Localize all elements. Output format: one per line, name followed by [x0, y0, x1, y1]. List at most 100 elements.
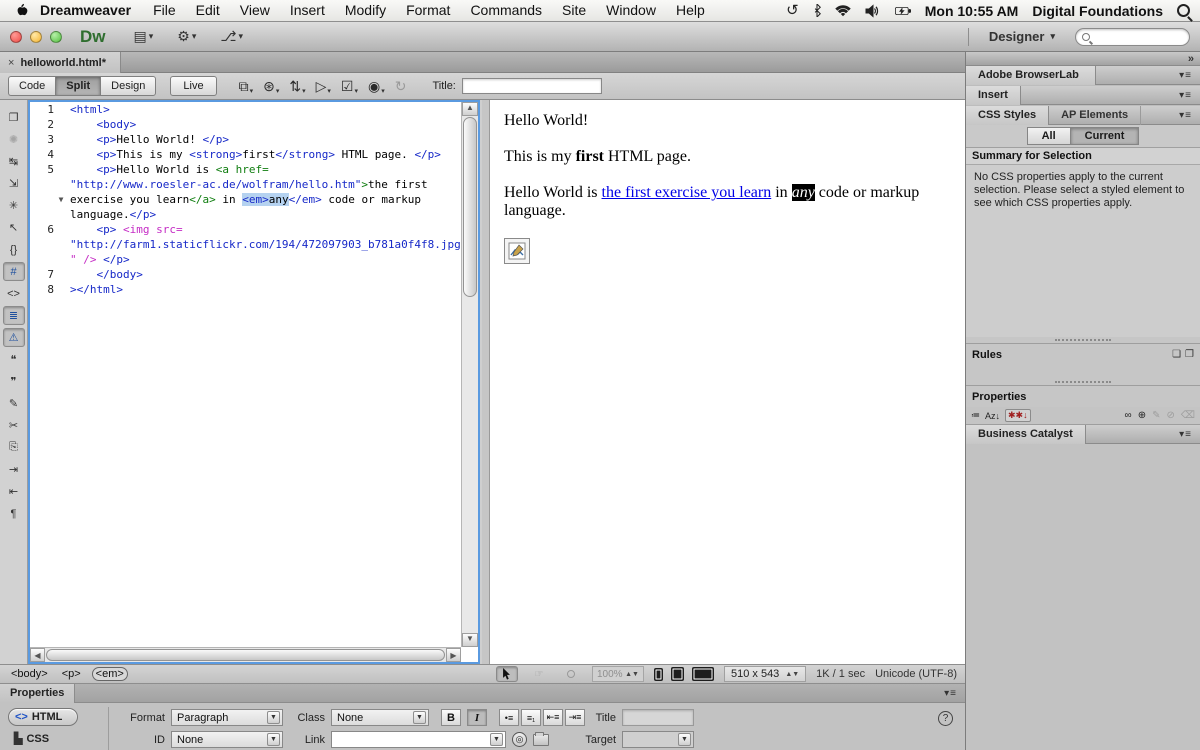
menu-format[interactable]: Format [396, 0, 460, 22]
bold-button[interactable]: B [441, 709, 461, 726]
file-management-icon[interactable]: ⇅▾ [289, 78, 305, 95]
volume-icon[interactable] [865, 4, 881, 18]
document-tab[interactable]: × helloworld.html* [0, 52, 121, 73]
open-documents-icon[interactable]: ❐ [3, 108, 25, 127]
menu-window[interactable]: Window [596, 0, 666, 22]
format-dropdown[interactable]: Paragraph ▼ [171, 709, 283, 726]
ordered-list-icon[interactable]: ≡₁ [521, 709, 541, 726]
scroll-down-icon[interactable]: ▼ [462, 633, 478, 647]
code-line[interactable]: 3 <p>Hello World! </p> [30, 132, 461, 147]
unordered-list-icon[interactable]: •≡ [499, 709, 519, 726]
code-line[interactable]: "http://farm1.staticflickr.com/194/47209… [30, 237, 461, 252]
tag-selector-item[interactable]: <body> [8, 668, 51, 680]
italic-button[interactable]: I [467, 709, 487, 726]
code-lines[interactable]: 1<html>2 <body>3 <p>Hello World! </p>4 <… [30, 102, 461, 647]
cascade-view-icon[interactable]: ❏ [1172, 349, 1181, 360]
close-icon[interactable]: × [8, 57, 14, 69]
live-view-button[interactable]: Live [170, 76, 216, 96]
minimize-window-button[interactable] [30, 31, 42, 43]
tag-selector-item[interactable]: <em> [92, 667, 128, 681]
select-tool-icon[interactable] [496, 666, 518, 682]
menu-help[interactable]: Help [666, 0, 715, 22]
panel-menu-icon[interactable]: ▾≡ [1179, 70, 1192, 81]
design-view-button[interactable]: Design [100, 76, 156, 96]
target-dropdown[interactable]: ▼ [622, 731, 694, 748]
balance-braces-icon[interactable]: {} [3, 240, 25, 259]
hand-tool-icon[interactable]: ☞ [528, 666, 550, 682]
design-hyperlink[interactable]: the first exercise you learn [602, 184, 772, 201]
workspace-switcher[interactable]: Designer ▾ [981, 27, 1063, 46]
code-line[interactable]: "http://www.roesler-ac.de/wolfram/hello.… [30, 177, 461, 192]
show-only-set-properties-icon[interactable]: ✱✱↓ [1005, 409, 1031, 422]
code-horizontal-scrollbar[interactable]: ◀ ▶ [30, 647, 461, 662]
code-line[interactable]: 5 <p>Hello World is <a href= [30, 162, 461, 177]
battery-icon[interactable] [895, 4, 911, 18]
code-fold-icon[interactable]: ▼ [54, 192, 68, 207]
remove-comment-icon[interactable]: ❞ [3, 372, 25, 391]
format-source-code-icon[interactable]: ¶ [3, 504, 25, 523]
document-title-input[interactable] [462, 78, 602, 94]
title-field[interactable] [622, 709, 694, 726]
menu-edit[interactable]: Edit [186, 0, 230, 22]
refresh-icon[interactable]: ↻ [395, 78, 407, 95]
zoom-tool-icon[interactable] [560, 666, 582, 682]
panel-menu-icon[interactable]: ▾≡ [1179, 90, 1192, 101]
highlight-invalid-code-icon[interactable]: <> [3, 284, 25, 303]
apple-menu-icon[interactable] [10, 3, 32, 18]
selected-em-text[interactable]: any [792, 184, 815, 201]
search-box[interactable] [1075, 28, 1190, 46]
mobile-size-icon[interactable] [654, 668, 663, 681]
edit-style-icon[interactable]: ✎ [1152, 410, 1160, 421]
class-dropdown[interactable]: None ▼ [331, 709, 429, 726]
html-mode-button[interactable]: <> HTML [8, 708, 78, 726]
vertical-scroll-thumb[interactable] [463, 117, 477, 297]
panel-menu-icon[interactable]: ▾≡ [1179, 429, 1192, 440]
check-browser-compatibility-icon[interactable]: ☑▾ [341, 78, 358, 95]
line-numbers-icon[interactable]: # [3, 262, 25, 281]
point-to-file-icon[interactable]: ◎ [512, 732, 527, 747]
horizontal-scroll-thumb[interactable] [46, 649, 445, 661]
layout-switcher-icon[interactable]: ▤▾ [128, 26, 160, 47]
delete-css-rule-icon[interactable]: ⌫ [1181, 410, 1195, 421]
menu-commands[interactable]: Commands [460, 0, 552, 22]
all-mode-button[interactable]: All [1027, 127, 1070, 145]
scroll-left-icon[interactable]: ◀ [30, 648, 45, 662]
menu-insert[interactable]: Insert [280, 0, 335, 22]
multiscreen-preview-icon[interactable]: ⧉▾ [239, 78, 254, 95]
scroll-up-icon[interactable]: ▲ [462, 102, 478, 116]
search-input[interactable] [1094, 31, 1184, 43]
window-size-dropdown[interactable]: 510 x 543 ▲▼ [724, 666, 806, 682]
bluetooth-icon[interactable] [813, 4, 821, 17]
menu-dreamweaver[interactable]: Dreamweaver [32, 0, 143, 22]
expand-all-icon[interactable]: ✳ [3, 196, 25, 215]
outdent-icon[interactable]: ⇤≡ [543, 709, 563, 726]
menu-user[interactable]: Digital Foundations [1032, 3, 1163, 19]
design-paragraph-2[interactable]: This is my first HTML page. [504, 148, 951, 166]
site-management-icon[interactable]: ⎇▾ [214, 26, 249, 47]
zoom-window-button[interactable] [50, 31, 62, 43]
help-icon[interactable]: ? [938, 711, 953, 726]
design-view-pane[interactable]: Hello World! This is my first HTML page.… [489, 100, 965, 664]
spotlight-icon[interactable] [1177, 4, 1190, 17]
properties-panel-tab[interactable]: Properties [0, 684, 75, 703]
panel-menu-icon[interactable]: ▾≡ [944, 688, 957, 699]
design-paragraph-3[interactable]: Hello World is the first exercise you le… [504, 184, 951, 220]
disable-css-property-icon[interactable]: ⊘ [1166, 410, 1174, 421]
collapse-selection-icon[interactable]: ⇲ [3, 174, 25, 193]
menu-clock[interactable]: Mon 10:55 AM [925, 3, 1019, 19]
show-category-view-icon[interactable]: ≔ [971, 410, 980, 421]
tablet-size-icon[interactable] [671, 667, 684, 681]
wifi-icon[interactable] [835, 4, 851, 18]
code-line[interactable]: " /> </p> [30, 252, 461, 267]
extend-gear-icon[interactable]: ⚙▾ [171, 26, 202, 47]
preview-in-browser-icon[interactable]: ⊛▾ [263, 78, 279, 95]
menu-view[interactable]: View [230, 0, 280, 22]
broken-image-placeholder-icon[interactable] [504, 238, 530, 264]
menu-modify[interactable]: Modify [335, 0, 396, 22]
show-live-code-icon[interactable]: ✺ [3, 130, 25, 149]
split-view-button[interactable]: Split [55, 76, 100, 96]
ap-elements-tab[interactable]: AP Elements [1049, 106, 1141, 125]
wrap-tag-icon[interactable]: ✎ [3, 394, 25, 413]
css-styles-tab[interactable]: CSS Styles [966, 106, 1049, 125]
new-css-rule-icon[interactable]: ⊕ [1138, 410, 1146, 421]
